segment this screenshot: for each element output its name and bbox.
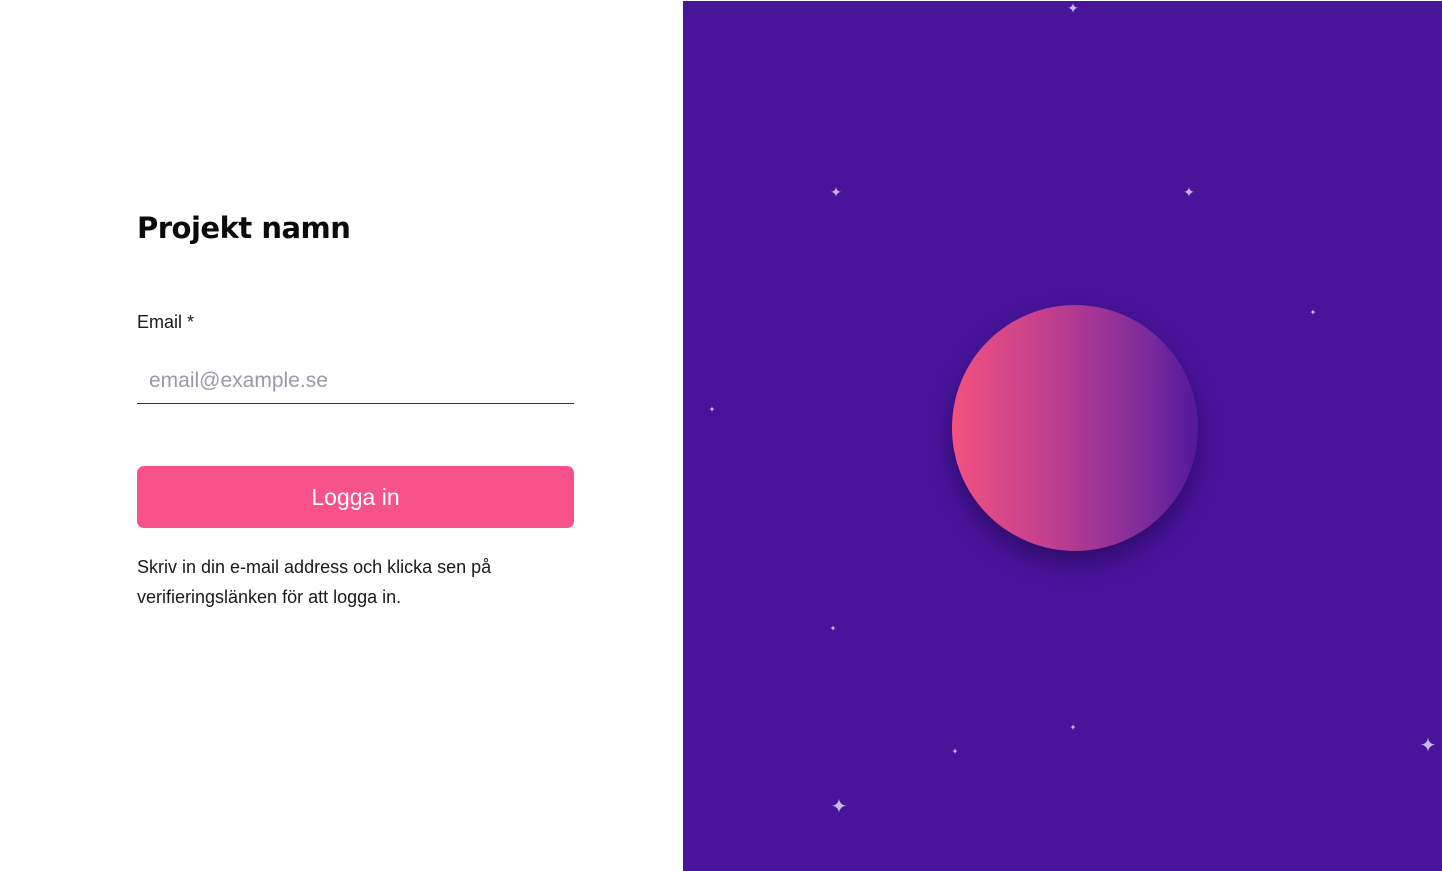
sparkle-icon: ✦ [708,405,716,414]
login-page: Projekt namn Email * Logga in Skriv in d… [0,0,1442,871]
page-title: Projekt namn [137,211,351,245]
sparkle-icon: ✦ [830,184,842,200]
sparkle-icon: ✦ [1069,723,1077,732]
help-text: Skriv in din e-mail address och klicka s… [137,557,492,607]
sparkle-icon: ✦ [1419,735,1437,757]
space-illustration: ✦ ✦ ✦ ✦ ✦ ✦ ✦ ✦ ✦ ✦ [683,1,1442,871]
sparkle-icon: ✦ [1067,1,1079,16]
login-form: Projekt namn Email * Logga in Skriv in d… [137,206,574,607]
login-panel: Projekt namn Email * Logga in Skriv in d… [0,0,683,871]
login-button[interactable]: Logga in [137,466,574,528]
sparkle-icon: ✦ [829,624,837,633]
sparkle-icon: ✦ [1183,184,1195,200]
sparkle-icon: ✦ [830,796,848,818]
email-field[interactable] [137,358,574,404]
sparkle-icon: ✦ [1309,308,1317,317]
sparkle-icon: ✦ [951,747,959,756]
planet-graphic [952,305,1198,551]
email-label: Email * [137,312,195,332]
